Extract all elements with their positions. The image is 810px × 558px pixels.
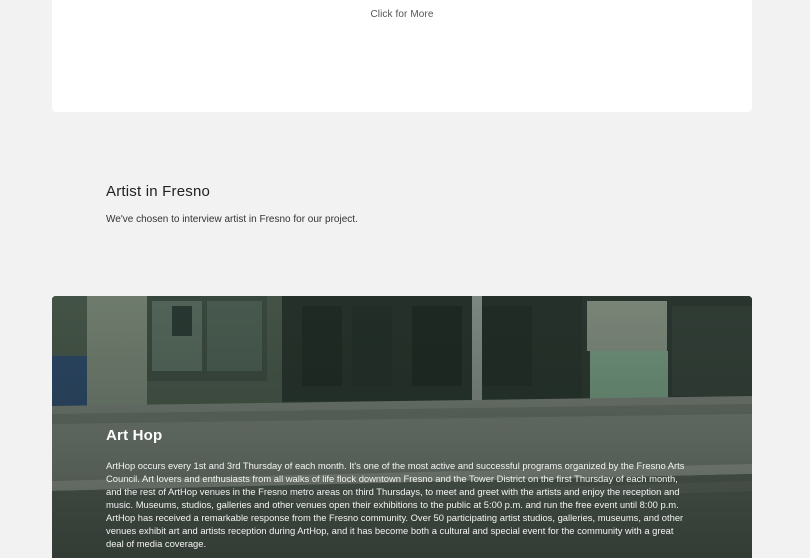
arthop-description: ArtHop occurs every 1st and 3rd Thursday…: [106, 460, 685, 549]
arthop-hero: Art Hop ArtHop occurs every 1st and 3rd …: [52, 296, 752, 558]
arthop-title: Art Hop: [106, 427, 163, 444]
artist-section-description: We've chosen to interview artist in Fres…: [106, 214, 358, 225]
click-for-more-link[interactable]: Click for More: [52, 9, 752, 20]
page: Click for More Artist in Fresno We've ch…: [0, 0, 810, 558]
artist-section-title: Artist in Fresno: [106, 183, 211, 200]
artist-section: Artist in Fresno We've chosen to intervi…: [106, 183, 706, 225]
arthop-content: Art Hop ArtHop occurs every 1st and 3rd …: [106, 427, 686, 550]
top-card: Click for More: [52, 0, 752, 112]
